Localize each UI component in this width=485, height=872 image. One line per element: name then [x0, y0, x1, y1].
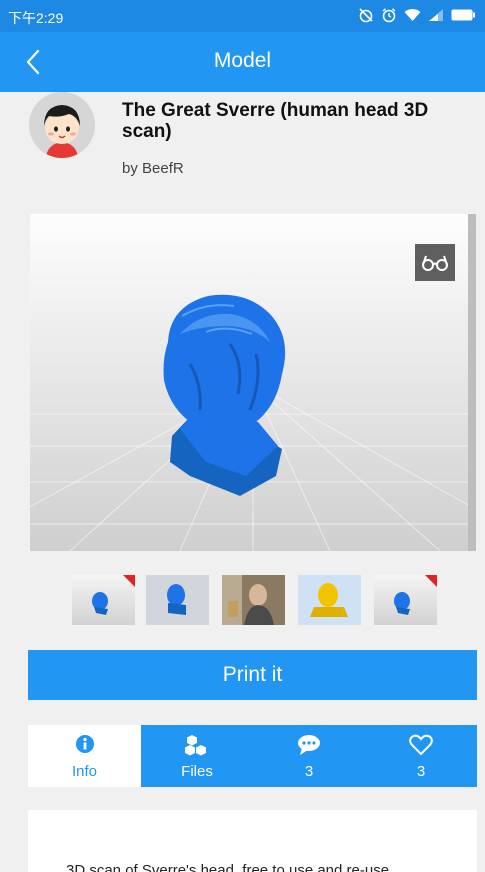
thumbnail[interactable]	[72, 575, 135, 625]
thumbnail[interactable]	[298, 575, 361, 625]
alarm-off-icon	[358, 7, 374, 23]
thumbnail[interactable]	[146, 575, 209, 625]
model-description: 3D scan of Sverre's head, free to use an…	[66, 862, 390, 872]
tab-comments[interactable]: 3	[253, 725, 365, 787]
thumbnail-strip	[72, 575, 442, 625]
info-icon	[75, 735, 94, 753]
heart-icon	[409, 734, 433, 756]
status-time: 下午2:29	[8, 10, 64, 26]
page-title: Model	[213, 49, 272, 72]
comment-count: 3	[304, 763, 314, 780]
model-header: The Great Sverre (human head 3D scan) by…	[0, 92, 485, 202]
thumbnail[interactable]	[222, 575, 285, 625]
description-card: 3D scan of Sverre's head, free to use an…	[28, 810, 477, 872]
files-icon	[185, 735, 206, 756]
model-title: The Great Sverre (human head 3D scan)	[122, 100, 429, 142]
author-link[interactable]: by BeefR	[122, 160, 184, 177]
model-3d-viewer[interactable]	[30, 214, 476, 551]
vr-glasses-icon	[422, 255, 448, 271]
comment-icon	[298, 735, 320, 755]
signal-icon	[428, 8, 444, 22]
thumbnail[interactable]	[374, 575, 437, 625]
thumbnail-marker	[123, 575, 135, 587]
alarm-icon	[381, 7, 397, 23]
wifi-icon	[404, 8, 421, 22]
like-count: 3	[416, 763, 426, 780]
app-bar: Model	[0, 32, 485, 92]
tab-files-label: Files	[181, 763, 213, 780]
status-icons	[358, 7, 475, 23]
viewer-scrollbar[interactable]	[468, 214, 476, 551]
avatar[interactable]	[29, 92, 95, 158]
tab-info[interactable]: Info	[28, 725, 141, 787]
print-it-button[interactable]: Print it	[28, 650, 477, 700]
tab-info-label: Info	[71, 763, 98, 780]
tab-likes[interactable]: 3	[365, 725, 477, 787]
battery-icon	[451, 9, 475, 21]
status-bar: 下午2:29	[0, 0, 485, 32]
thumbnail-marker	[425, 575, 437, 587]
tab-bar: Info Files 3 3	[28, 725, 477, 787]
tab-files[interactable]: Files	[141, 725, 253, 787]
vr-mode-button[interactable]	[415, 244, 455, 281]
head-3d-model	[163, 294, 286, 496]
